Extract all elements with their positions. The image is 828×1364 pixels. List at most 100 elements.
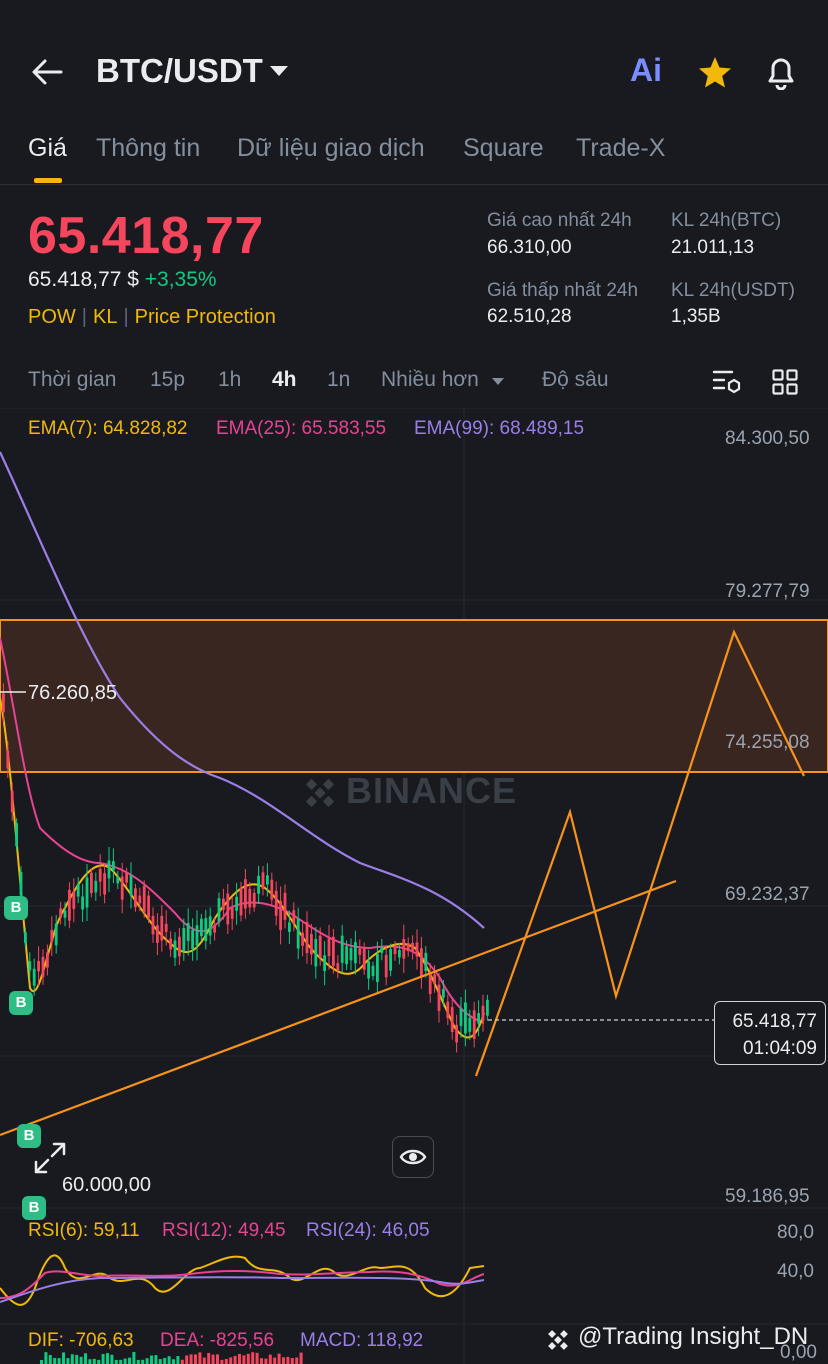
timeframe-time[interactable]: Thời gian [28, 368, 116, 392]
candle-body [450, 1007, 454, 1032]
low-price-marker: 60.000,00 [62, 1174, 151, 1196]
candle-body [213, 925, 216, 933]
candle-body [98, 868, 102, 882]
candle-body [472, 1010, 476, 1039]
candle-body [310, 934, 313, 955]
rsi12-line [0, 1270, 485, 1299]
tab-square[interactable]: Square [463, 134, 544, 163]
star-icon[interactable] [697, 55, 733, 89]
indicator-settings-icon[interactable] [712, 368, 742, 396]
tab-price[interactable]: Giá [28, 134, 67, 163]
candle-body [164, 923, 168, 932]
price-change: +3,35% [144, 268, 217, 291]
ema7-label: EMA(7): 64.828,82 [28, 418, 188, 439]
macd-bar [255, 1352, 259, 1364]
candle-body [420, 948, 423, 978]
timeframe-depth[interactable]: Độ sâu [542, 368, 609, 392]
back-arrow-icon[interactable] [30, 56, 64, 88]
candle-body [389, 949, 392, 971]
resistance-zone[interactable] [0, 619, 828, 773]
candle-body [376, 953, 379, 983]
vol-btc-label: KL 24h(BTC) [671, 210, 782, 231]
candle-body [459, 1008, 463, 1026]
macd-bar [123, 1358, 127, 1364]
candle-body [371, 965, 375, 977]
macd-bar [242, 1355, 246, 1364]
candle-body [279, 900, 282, 930]
timeframe-1h[interactable]: 1h [218, 368, 241, 392]
macd-bar [154, 1355, 158, 1364]
visibility-toggle[interactable] [392, 1136, 434, 1178]
macd-bar [198, 1352, 202, 1364]
candle-body [46, 952, 49, 968]
candle-body [120, 876, 124, 900]
macd-bar [224, 1358, 228, 1364]
candle-body [301, 932, 304, 946]
watermark-text: BINANCE [346, 770, 518, 811]
support-trendline[interactable] [0, 879, 677, 1137]
macd-bar [53, 1358, 57, 1364]
trading-pair-title[interactable]: BTC/USDT [96, 52, 263, 90]
macd-bar [273, 1357, 277, 1364]
candle-body [90, 872, 93, 894]
macd-bar [216, 1354, 219, 1364]
candle-body [24, 932, 27, 943]
candle-body [134, 888, 137, 908]
fullscreen-expand-icon[interactable] [30, 1138, 70, 1178]
grid-layout-icon[interactable] [772, 369, 798, 395]
timeframe-1d[interactable]: 1n [327, 368, 350, 392]
ema99-label: EMA(99): 68.489,15 [414, 418, 585, 439]
candle-body [226, 893, 230, 925]
candle-body [81, 896, 84, 910]
bell-icon[interactable] [764, 54, 798, 90]
candle-body [204, 918, 208, 942]
fiat-price-row: 65.418,77 $ +3,35% [28, 268, 217, 292]
tab-info[interactable]: Thông tin [96, 134, 200, 163]
candle-body [411, 942, 414, 952]
tag-pow[interactable]: POW [28, 306, 76, 328]
tab-trade-x[interactable]: Trade-X [576, 134, 665, 163]
macd-bar [220, 1359, 224, 1364]
candle-body [288, 922, 291, 932]
candle-body [424, 952, 428, 971]
candle-body [486, 999, 489, 1016]
macd-bar [92, 1358, 96, 1364]
ai-button[interactable]: Ai [630, 52, 662, 89]
macd-bar [136, 1359, 140, 1364]
candle-body [305, 921, 309, 953]
caret-down-icon[interactable] [268, 64, 290, 78]
candle-body [182, 928, 186, 952]
candle-body [230, 907, 234, 919]
high-price-marker: 76.260,85 [28, 682, 117, 704]
macd-bar [277, 1353, 281, 1364]
timeframe-more[interactable]: Nhiều hơn [381, 368, 479, 392]
timeframe-4h[interactable]: 4h [272, 368, 297, 392]
tag-price-protection[interactable]: Price Protection [135, 306, 276, 328]
macd-bar [101, 1354, 105, 1364]
candle-body [266, 875, 269, 885]
credit-text: @Trading Insight_DN [578, 1323, 809, 1350]
candle-countdown: 01:04:09 [743, 1038, 817, 1059]
last-price: 65.418,77 [28, 207, 264, 265]
macd-bar [62, 1352, 65, 1364]
macd-bar [158, 1359, 162, 1364]
macd-bar [299, 1352, 303, 1364]
candle-body [32, 968, 36, 986]
candle-body [63, 910, 67, 918]
candle-body [464, 1002, 467, 1034]
buy-marker: B [9, 991, 33, 1015]
candle-body [446, 1001, 450, 1018]
candle-body [257, 875, 260, 894]
macd-bar [260, 1358, 263, 1364]
last-price-tag-value: 65.418,77 [732, 1011, 817, 1032]
macd-bar [145, 1358, 149, 1364]
last-price-tag[interactable]: 65.418,77 01:04:09 [714, 1001, 826, 1065]
ai-label: Ai [630, 52, 662, 88]
tab-trading-data[interactable]: Dữ liệu giao dịch [237, 134, 425, 163]
macd-bar [128, 1357, 131, 1364]
candle-body [336, 963, 340, 971]
timeframe-15m[interactable]: 15p [150, 368, 185, 392]
tag-kl[interactable]: KL [93, 306, 117, 328]
candle-body [442, 988, 445, 998]
candle-body [252, 892, 256, 908]
